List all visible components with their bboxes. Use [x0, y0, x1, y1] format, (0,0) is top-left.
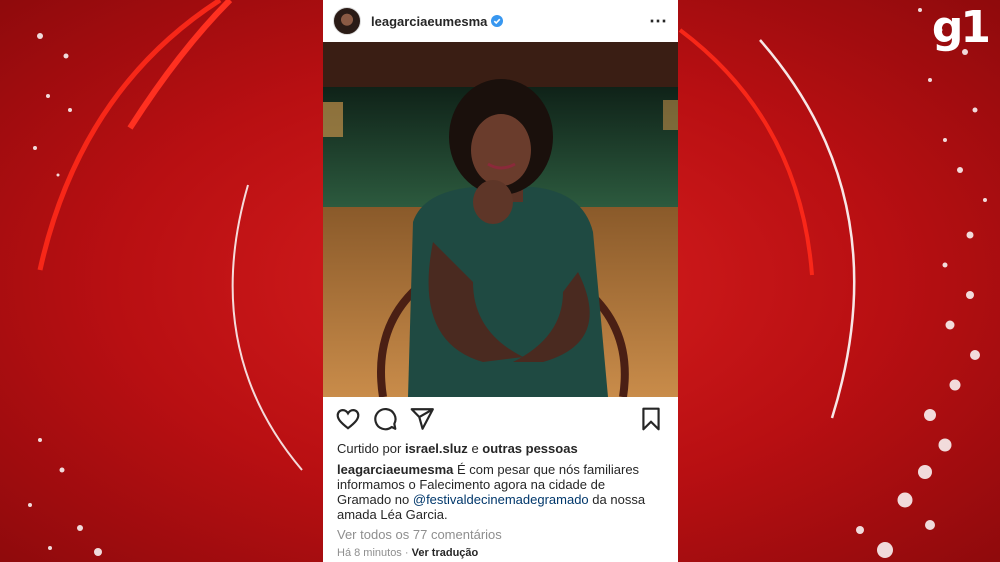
- post-time: Há 8 minutos: [337, 547, 402, 559]
- comment-icon[interactable]: [372, 406, 398, 432]
- liked-by-others[interactable]: outras pessoas: [482, 441, 577, 456]
- post-username[interactable]: leagarciaeumesma: [371, 14, 487, 29]
- view-comments-link[interactable]: Ver todos os 77 comentários: [337, 527, 502, 542]
- post-photo[interactable]: [323, 42, 678, 397]
- avatar[interactable]: [333, 7, 361, 35]
- heart-icon[interactable]: [335, 406, 361, 432]
- post-caption: leagarciaeumesma É com pesar que nós fam…: [337, 462, 662, 522]
- instagram-post: leagarciaeumesma ⋯ Curtido por israel.sl…: [323, 0, 678, 562]
- likes-prefix: Curtido por: [337, 441, 402, 456]
- meta-separator: ·: [404, 547, 409, 559]
- more-options-icon[interactable]: ⋯: [649, 11, 668, 32]
- verified-badge-icon: [491, 15, 504, 27]
- post-meta: Há 8 minutos · Ver tradução: [337, 547, 478, 559]
- bookmark-icon[interactable]: [638, 406, 664, 432]
- g1-logo: g1: [931, 2, 991, 53]
- caption-username[interactable]: leagarciaeumesma: [337, 462, 453, 477]
- likes-connector: e: [471, 441, 479, 456]
- likes-line: Curtido por israel.sluz e outras pessoas: [337, 441, 578, 456]
- translate-link[interactable]: Ver tradução: [412, 547, 479, 559]
- liked-by-user[interactable]: israel.sluz: [405, 441, 468, 456]
- post-header: leagarciaeumesma ⋯: [323, 0, 678, 42]
- caption-mention[interactable]: @festivaldecinemadegramado: [413, 492, 589, 507]
- share-icon[interactable]: [409, 406, 435, 432]
- post-actions: [335, 404, 664, 434]
